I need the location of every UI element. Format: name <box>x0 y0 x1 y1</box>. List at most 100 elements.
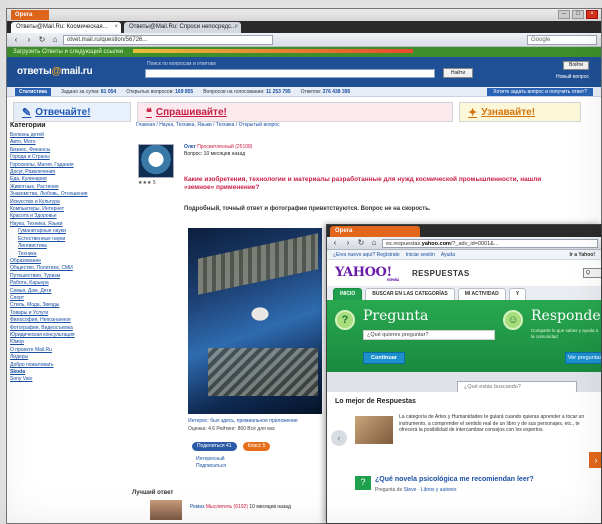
tab-mi-actividad[interactable]: MI ACTIVIDAD <box>457 288 506 300</box>
forward-arrow-icon[interactable]: › <box>343 238 353 248</box>
avatar-level: 5 <box>152 180 156 186</box>
category-link[interactable]: Спорт <box>10 295 130 302</box>
category-link[interactable]: Юмор <box>10 339 130 346</box>
category-link[interactable]: Skoda <box>10 369 130 376</box>
category-link[interactable]: Еда, Кулинария <box>10 176 130 183</box>
category-link[interactable]: Естественные науки <box>10 236 130 243</box>
category-link[interactable]: Философия, Непознанное <box>10 317 130 324</box>
best-of-respuestas: Lo mejor de Respuestas ‹ La categoría de… <box>327 392 601 523</box>
category-thumbnail[interactable] <box>355 416 393 444</box>
chevron-right-icon[interactable]: › <box>589 452 601 468</box>
subscribe-link[interactable]: Подписаться <box>196 463 226 470</box>
continue-button[interactable]: Continuar <box>363 352 405 364</box>
category-link[interactable]: Юридическая консультация <box>10 332 130 339</box>
chevron-left-icon[interactable]: ‹ <box>331 430 347 446</box>
category-link[interactable]: Товары и Услуги <box>10 310 130 317</box>
like-button[interactable]: Класс 5 <box>242 442 271 451</box>
category-link[interactable]: Образование <box>10 258 130 265</box>
back-arrow-icon[interactable]: ‹ <box>330 238 340 248</box>
minimize-icon[interactable]: – <box>558 10 570 19</box>
register-link[interactable]: ¿Eres nuevo aquí? Regístrate <box>333 252 400 258</box>
category-link[interactable]: Лингвистика <box>10 243 130 250</box>
category-link[interactable]: Работа, Карьера <box>10 280 130 287</box>
share-button[interactable]: Поделиться 41 <box>192 442 237 451</box>
tab-otvety-active[interactable]: Ответы@Mail.Ru: Космическая... × <box>11 22 121 33</box>
reload-icon[interactable]: ↻ <box>356 238 366 248</box>
tab-close-icon[interactable]: × <box>114 24 118 30</box>
category-link[interactable]: Компьютеры, Интернет <box>10 206 130 213</box>
category-link[interactable]: Города и Страны <box>10 154 130 161</box>
best-answer-avatar[interactable] <box>150 500 182 520</box>
new-question-link[interactable]: Новый вопрос <box>556 74 589 80</box>
related-user-link[interactable]: Steve <box>404 487 417 493</box>
search-field[interactable]: Google <box>527 34 597 45</box>
category-link[interactable]: Путешествия, Туризм <box>10 273 130 280</box>
ask-promo-button[interactable]: ❝ Спрашивайте! <box>137 102 453 122</box>
stats-promo-link[interactable]: Хотите задать вопрос и получить ответ? <box>487 87 593 96</box>
home-icon[interactable]: ⌂ <box>369 238 379 248</box>
learn-promo-button[interactable]: ✦ Узнавайте! <box>459 102 581 122</box>
category-link[interactable]: Животные, Растения <box>10 184 130 191</box>
yahoo-logo[interactable]: YAHOO! ESPAÑA <box>335 265 399 282</box>
category-link[interactable]: Лидеры <box>10 354 130 361</box>
promo-learn-label: Узнавайте! <box>481 106 536 118</box>
category-link[interactable]: Досуг, Развлечения <box>10 169 130 176</box>
back-toolbar: ‹ › ↻ ⌂ otvet.mail.ru/question/56726... … <box>7 33 601 47</box>
stat-label: Вопросов на голосовании: <box>203 88 265 95</box>
best-answer-user[interactable]: Ремиз <box>190 504 204 510</box>
tab-close-icon[interactable]: × <box>235 24 239 30</box>
interesting-link[interactable]: Интересный <box>196 456 226 463</box>
reload-icon[interactable]: ↻ <box>37 35 47 45</box>
see-questions-button[interactable]: Ver preguntas <box>565 352 601 364</box>
question-avatar[interactable] <box>138 144 174 178</box>
go-yahoo-link[interactable]: Ir a Yahoo! <box>570 252 595 258</box>
opera-menu-button[interactable]: Opera <box>11 10 49 20</box>
category-link[interactable]: Искусство и Культура <box>10 199 130 206</box>
front-address-bar[interactable]: es.respuestas.yahoo.com/?_adv_id=0001&..… <box>382 238 598 248</box>
close-icon[interactable]: × <box>586 10 598 19</box>
related-question-link[interactable]: ¿Qué novela psicológica me recomiendan l… <box>375 476 534 483</box>
astronaut-photo[interactable] <box>188 228 322 414</box>
opera-menu-button[interactable]: Opera <box>330 226 420 237</box>
category-link[interactable]: Бизнес, Финансы <box>10 147 130 154</box>
category-link[interactable]: Добро пожаловать <box>10 362 130 369</box>
search-icon[interactable]: Q <box>583 268 601 278</box>
category-link[interactable]: О проекте Mail.Ru <box>10 347 130 354</box>
category-link[interactable]: Sony Vaio <box>10 376 130 383</box>
category-link[interactable]: Гороскопы, Магия, Гадания <box>10 162 130 169</box>
related-category-link[interactable]: Libros y autores <box>421 487 457 493</box>
help-link[interactable]: Ayuda <box>441 252 455 258</box>
otvety-search-input[interactable] <box>145 69 435 78</box>
category-link[interactable]: Авто, Мото <box>10 139 130 146</box>
find-button[interactable]: Найти <box>443 68 473 78</box>
tab-extra[interactable]: Y <box>508 288 527 300</box>
category-link[interactable]: Красота и Здоровье <box>10 213 130 220</box>
best-of-text: La categoría de Artes y Humanidades te g… <box>399 414 585 434</box>
ask-question-input[interactable]: ¿Qué quieres preguntar? <box>363 330 495 340</box>
tab-inicio[interactable]: INICIO <box>333 288 363 300</box>
maximize-icon[interactable]: □ <box>572 10 584 19</box>
bookmarks-text[interactable]: Загрузить Ответы и следующий ссылки <box>13 49 123 55</box>
address-bar[interactable]: otvet.mail.ru/question/56726... <box>63 34 273 45</box>
category-link[interactable]: Знакомства, Любовь, Отношения <box>10 191 130 198</box>
yahoo-top-nav: ¿Eres nuevo aquí? Regístrate Iniciar ses… <box>327 250 601 260</box>
back-arrow-icon[interactable]: ‹ <box>11 35 21 45</box>
category-link[interactable]: Стиль, Мода, Звезды <box>10 302 130 309</box>
tab-categorias[interactable]: BUSCAR EN LAS CATEGORÍAS <box>365 288 455 300</box>
category-link[interactable]: Фотография, Видеосъемка <box>10 325 130 332</box>
question-user-name[interactable]: Олег <box>184 144 196 150</box>
signin-link[interactable]: Iniciar sesión <box>406 252 435 258</box>
answer-promo-button[interactable]: ✎ Отвечайте! <box>13 102 131 122</box>
otvety-logo[interactable]: ответы@mail.ru <box>17 66 93 77</box>
home-icon[interactable]: ⌂ <box>50 35 60 45</box>
category-link[interactable]: Болезнь детей <box>10 132 130 139</box>
category-link[interactable]: Семья, Дом, Дети <box>10 288 130 295</box>
category-link[interactable]: Гуманитарные науки <box>10 228 130 235</box>
category-link[interactable]: Общество, Политика, СМИ <box>10 265 130 272</box>
tab-otvety-second[interactable]: Ответы@Mail.Ru: Спроси непосредс... × <box>124 22 242 33</box>
category-link[interactable]: Наука, Техника, Языки <box>10 221 130 228</box>
category-link[interactable]: Техника <box>10 251 130 258</box>
photo-caption[interactable]: Интерес: был здесь, премиальное приложен… <box>188 418 298 424</box>
forward-arrow-icon[interactable]: › <box>24 35 34 45</box>
login-button[interactable]: Войти <box>563 61 589 70</box>
